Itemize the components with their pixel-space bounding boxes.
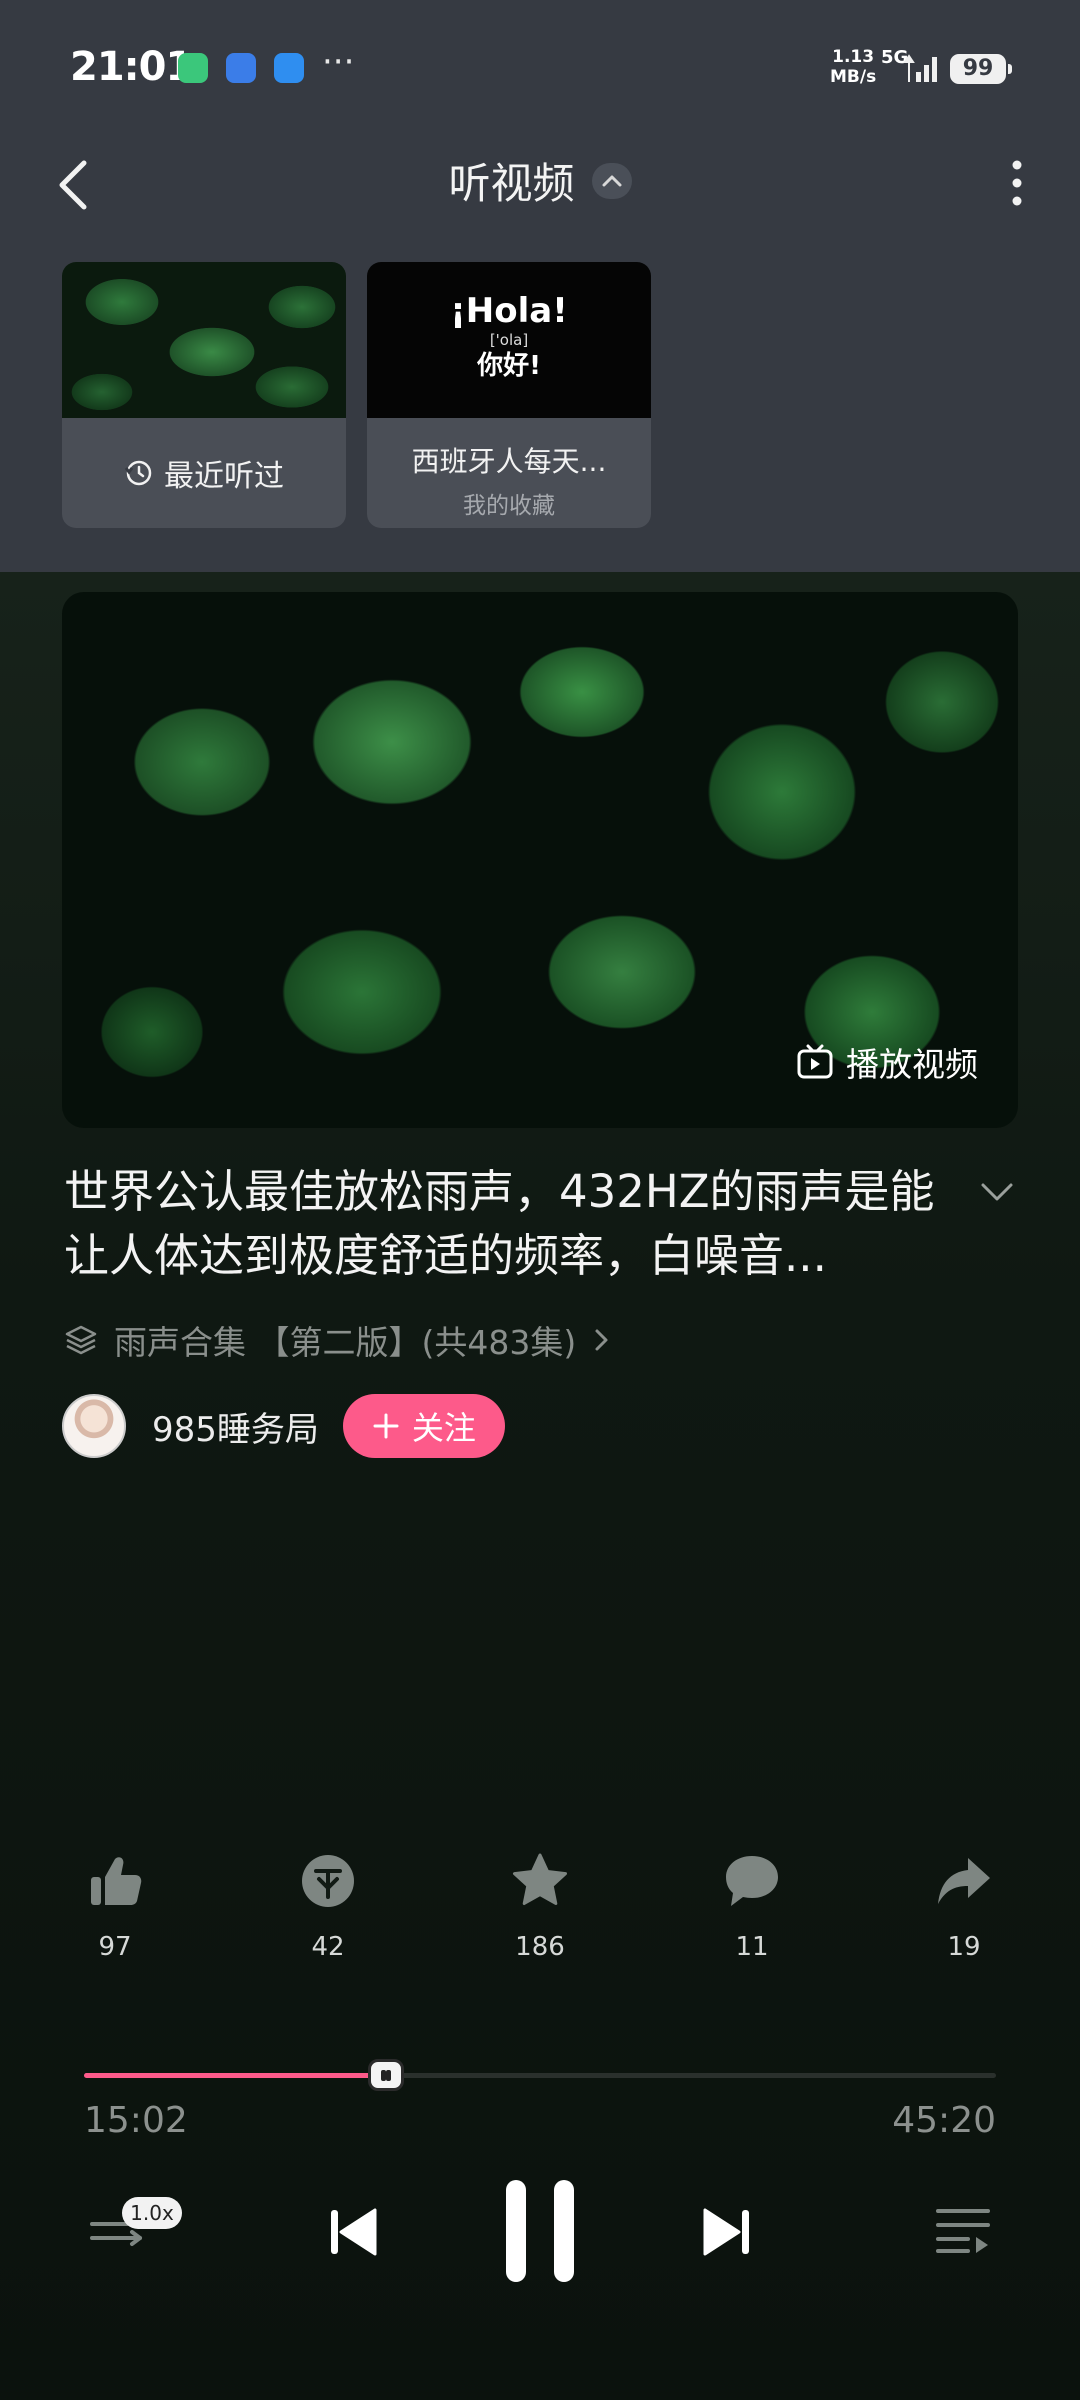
- recent-listened-card[interactable]: 最近听过: [62, 262, 346, 528]
- coin-icon: [302, 1855, 354, 1907]
- favorite-button[interactable]: 186: [480, 1848, 600, 1962]
- network-speed-unit: MB/s: [830, 67, 877, 87]
- like-count: 97: [98, 1932, 132, 1962]
- signal-icon: [903, 54, 937, 82]
- status-time: 21:01: [70, 44, 193, 90]
- history-icon: [124, 460, 152, 486]
- collapse-toggle[interactable]: [591, 162, 632, 199]
- star-icon: [513, 1853, 567, 1905]
- previous-button[interactable]: [318, 2200, 388, 2264]
- comment-count: 11: [735, 1932, 769, 1962]
- progress-handle[interactable]: [368, 2059, 404, 2091]
- thumbs-up-icon: [91, 1857, 142, 1905]
- collection-link[interactable]: 雨声合集 【第二版】(共483集): [64, 1316, 612, 1364]
- share-icon: [938, 1858, 990, 1904]
- collection-label: 雨声合集 【第二版】(共483集): [114, 1323, 577, 1362]
- favorite-count: 186: [515, 1932, 565, 1962]
- card-subtitle: 我的收藏: [463, 493, 555, 519]
- like-button[interactable]: 97: [55, 1848, 175, 1962]
- card-label: 最近听过: [164, 459, 284, 494]
- card-thumbnail: ¡Hola! ['ola] 你好!: [367, 262, 651, 418]
- battery-indicator: 99: [950, 54, 1012, 84]
- alipay-app-icon: [226, 53, 256, 83]
- favorite-spanish-card[interactable]: ¡Hola! ['ola] 你好! 西班牙人每天... 我的收藏: [367, 262, 651, 528]
- network-speed: 1.13 MB/s: [830, 47, 876, 87]
- play-video-label: 播放视频: [846, 1045, 978, 1084]
- thumb-main-text: ¡Hola!: [450, 291, 568, 331]
- thumb-zh-text: 你好!: [477, 351, 541, 381]
- comment-icon: [726, 1856, 778, 1906]
- author-name[interactable]: 985睡务局: [152, 1402, 319, 1451]
- video-cover[interactable]: 播放视频: [62, 592, 1018, 1128]
- shield-app-icon: [178, 53, 208, 83]
- header-title-group[interactable]: 听视频: [0, 150, 1080, 211]
- progress-fill: [84, 2073, 386, 2078]
- network-speed-value: 1.13: [832, 47, 875, 67]
- more-vertical-icon: [1012, 160, 1022, 206]
- chevron-down-icon: [981, 1183, 1013, 1201]
- skip-previous-icon: [331, 2208, 377, 2256]
- share-count: 19: [947, 1932, 981, 1962]
- speed-badge: 1.0x: [122, 2197, 182, 2229]
- more-options-button[interactable]: [1000, 158, 1034, 208]
- play-video-button[interactable]: 播放视频: [796, 1036, 978, 1088]
- tv-play-icon: [797, 1044, 833, 1079]
- follow-label: 关注: [411, 1409, 476, 1447]
- page-title: 听视频: [448, 159, 575, 208]
- current-time: 15:02: [84, 2100, 188, 2141]
- avatar[interactable]: [62, 1394, 126, 1458]
- task-app-icon: [274, 53, 304, 83]
- thumb-phonetic-text: ['ola]: [489, 331, 529, 349]
- expand-title-button[interactable]: [975, 1172, 1019, 1212]
- author-row: 985睡务局 关注: [62, 1394, 505, 1458]
- more-notifications-icon: ···: [322, 42, 355, 82]
- layers-icon: [65, 1325, 97, 1355]
- playlist-icon: [936, 2209, 990, 2253]
- status-bar: 21:01 ··· 1.13 MB/s 5G 99: [0, 0, 1080, 140]
- pause-button[interactable]: [490, 2176, 590, 2286]
- total-time: 45:20: [892, 2100, 996, 2141]
- coin-count: 42: [311, 1932, 345, 1962]
- card-thumbnail: [62, 262, 346, 418]
- card-title: 西班牙人每天...: [411, 445, 607, 478]
- follow-button[interactable]: 关注: [342, 1394, 505, 1458]
- progress-bar[interactable]: [84, 2073, 996, 2078]
- video-title: 世界公认最佳放松雨声，432HZ的雨声是能让人体达到极度舒适的频率，白噪音...: [64, 1165, 935, 1282]
- comment-button[interactable]: 11: [692, 1848, 812, 1962]
- coin-button[interactable]: 42: [268, 1848, 388, 1962]
- playlist-button[interactable]: [928, 2200, 998, 2260]
- next-button[interactable]: [692, 2200, 762, 2264]
- chevron-right-icon: [595, 1329, 608, 1351]
- skip-next-icon: [703, 2208, 749, 2256]
- chevron-up-icon: [602, 175, 622, 186]
- share-button[interactable]: 19: [904, 1848, 1024, 1962]
- pause-icon: [506, 2180, 574, 2282]
- plus-icon: [373, 1413, 399, 1439]
